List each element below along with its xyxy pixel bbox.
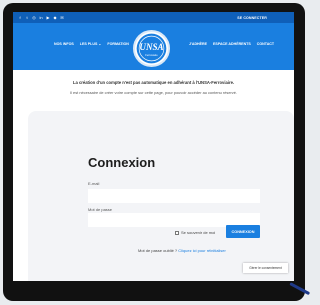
connect-link[interactable]: SE CONNECTER [237, 16, 267, 20]
nav-item-nos-infos[interactable]: NOS INFOS [54, 42, 74, 46]
account-notice-text: Il est nécessaire de créer votre compte … [70, 90, 237, 95]
facebook-icon[interactable]: f [18, 15, 22, 20]
instagram-icon[interactable]: ◎ [32, 15, 36, 20]
login-button[interactable]: CONNEXION [226, 225, 260, 238]
login-title: Connexion [88, 155, 156, 170]
twitter-icon[interactable]: t [25, 15, 29, 20]
nav-item-les-plus[interactable]: LES PLUS ⌄ [80, 42, 102, 46]
account-notice-title: La création d'un compte n'est pas automa… [72, 80, 235, 85]
tablet-frame: f t ◎ in ▶ ◆ ✉ SE CONNECTER NOS INFOS LE… [3, 3, 305, 301]
nav-item-contact[interactable]: CONTACT [257, 42, 274, 46]
remember-checkbox[interactable] [175, 230, 179, 235]
forgot-text: Mot de passe oublié ? [138, 248, 178, 253]
email-icon[interactable]: ✉ [60, 15, 64, 20]
nav-item-formation[interactable]: FORMATION [107, 42, 129, 46]
password-label: Mot de passe [88, 207, 113, 212]
remember-label: Se souvenir de moi [181, 230, 216, 235]
email-label: E-mail [88, 181, 100, 186]
nav-item-jadhere[interactable]: J'ADHÈRE [189, 42, 207, 46]
logo-text: UNSA [139, 42, 163, 52]
email-field[interactable] [88, 189, 260, 203]
top-bar: f t ◎ in ▶ ◆ ✉ SE CONNECTER [13, 12, 294, 23]
screen: f t ◎ in ▶ ◆ ✉ SE CONNECTER NOS INFOS LE… [13, 12, 294, 281]
logo-subtext: Ferroviaire [145, 53, 158, 57]
site-header: NOS INFOS LES PLUS ⌄ FORMATION UNSA Ferr… [13, 23, 294, 70]
login-panel: Connexion E-mail Mot de passe Se souveni… [28, 111, 294, 281]
youtube-icon[interactable]: ▶ [46, 15, 50, 20]
forgot-password: Mot de passe oublié ? Cliquez ici pour r… [138, 248, 226, 253]
main-nav-right: J'ADHÈRE ESPACE ADHÉRENTS CONTACT [189, 42, 274, 46]
rss-icon[interactable]: ◆ [53, 15, 57, 20]
nav-item-espace-adherents[interactable]: ESPACE ADHÉRENTS [213, 42, 251, 46]
main-nav-left: NOS INFOS LES PLUS ⌄ FORMATION [54, 42, 129, 46]
linkedin-icon[interactable]: in [39, 15, 43, 20]
social-links: f t ◎ in ▶ ◆ ✉ [18, 15, 64, 20]
remember-me[interactable]: Se souvenir de moi [175, 230, 215, 235]
unsa-logo-icon: UNSA Ferroviaire [136, 33, 167, 64]
cookie-consent-button[interactable]: Gérer le consentement [243, 263, 288, 273]
reset-password-link[interactable]: Cliquez ici pour réinitialiser [178, 248, 226, 253]
site-logo[interactable]: UNSA Ferroviaire [133, 30, 170, 67]
